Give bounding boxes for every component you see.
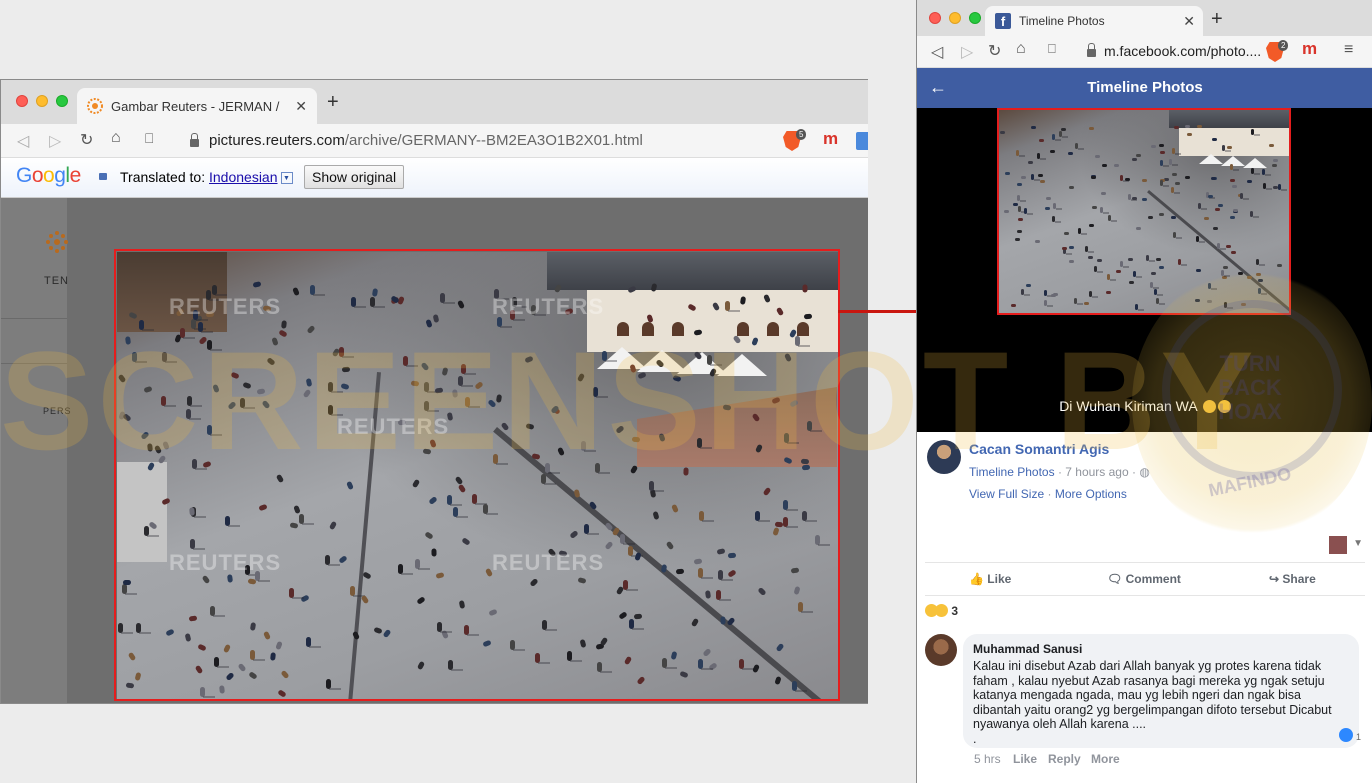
- seal-text: TURN BACK HOAX: [1200, 352, 1300, 424]
- maximize-window-button[interactable]: [969, 12, 981, 24]
- window-controls: [16, 95, 68, 107]
- translated-to-label: Translated to:: [120, 169, 206, 185]
- google-logo: Google: [16, 164, 81, 187]
- nav-toolbar: ◁ ▷ ↻ ⌂ ⎕ pictures.reuters.com/archive/G…: [1, 124, 868, 158]
- reactions-summary[interactable]: 3: [925, 604, 958, 618]
- url-host: pictures.reuters.com: [209, 132, 345, 149]
- address-bar[interactable]: pictures.reuters.com/archive/GERMANY--BM…: [209, 132, 643, 149]
- maximize-window-button[interactable]: [56, 95, 68, 107]
- brave-badge: 2: [1278, 40, 1289, 51]
- comment-like-badge-icon: [1339, 728, 1353, 742]
- comment-button[interactable]: 🗨 Comment: [1107, 572, 1181, 586]
- forward-icon[interactable]: ▷: [49, 131, 61, 151]
- reaction-count: 3: [951, 604, 959, 618]
- comment-text: Kalau ini disebut Azab dari Allah banyak…: [973, 659, 1332, 746]
- menu-icon[interactable]: ≡: [1344, 41, 1353, 59]
- home-icon[interactable]: ⌂: [1016, 40, 1026, 58]
- tab-title: Gambar Reuters - JERMAN /: [111, 98, 280, 114]
- tab-timeline-photos[interactable]: f Timeline Photos ✕: [985, 6, 1203, 36]
- like-button[interactable]: 👍 Like: [969, 572, 1011, 586]
- comment-like-link[interactable]: Like: [1013, 752, 1037, 766]
- screenshot-watermark: SCREENSHOT BY: [0, 322, 1258, 479]
- seal-line-3: HOAX: [1218, 399, 1282, 424]
- close-tab-icon[interactable]: ✕: [295, 98, 307, 115]
- sidebar-divider: [1, 318, 67, 319]
- comment-reply-link[interactable]: Reply: [1048, 752, 1081, 766]
- comment-like-count: 1: [1355, 732, 1361, 742]
- comment-label: Comment: [1125, 572, 1181, 586]
- meta-separator: ·: [1047, 487, 1052, 501]
- like-label: Like: [987, 572, 1012, 586]
- sidebar-logo-text: TEN: [44, 275, 69, 287]
- lock-icon: [190, 133, 199, 147]
- back-icon[interactable]: ◁: [931, 42, 943, 62]
- chevron-down-icon[interactable]: ▼: [1353, 538, 1363, 549]
- share-label: Share: [1282, 572, 1316, 586]
- address-bar[interactable]: m.facebook.com/photo....: [1104, 43, 1261, 59]
- more-options-link[interactable]: More Options: [1055, 487, 1127, 501]
- tab-bar: Gambar Reuters - JERMAN / ✕ +: [1, 80, 868, 124]
- facebook-header: ← Timeline Photos: [917, 68, 1372, 108]
- thumbs-up-icon: 👍: [969, 572, 984, 586]
- back-icon[interactable]: ◁: [17, 131, 29, 151]
- language-dropdown-icon[interactable]: ▼: [280, 172, 293, 185]
- translate-lock-icon: [99, 173, 107, 180]
- post-actions: 👍 Like 🗨 Comment ↪ Share: [925, 562, 1365, 596]
- tab-bar: f Timeline Photos ✕ +: [917, 0, 1372, 36]
- comment-bubble: Muhammad Sanusi Kalau ini disebut Azab d…: [963, 634, 1361, 748]
- home-icon[interactable]: ⌂: [111, 129, 121, 147]
- google-translate-bar: Google Translated to: Indonesian ▼ Show o…: [1, 158, 868, 198]
- facebook-favicon-icon: f: [995, 13, 1011, 29]
- m-extension-icon[interactable]: m: [1302, 39, 1317, 59]
- url-path: /archive/GERMANY--BM2EA3O1B2X01.html: [344, 132, 643, 149]
- close-tab-icon[interactable]: ✕: [1183, 13, 1195, 30]
- m-extension-icon[interactable]: m: [823, 129, 838, 149]
- new-tab-button[interactable]: +: [327, 91, 339, 114]
- close-window-button[interactable]: [16, 95, 28, 107]
- bookmark-icon[interactable]: ⎕: [1048, 41, 1056, 57]
- bookmark-icon[interactable]: ⎕: [145, 130, 153, 147]
- page-title: Timeline Photos: [1087, 79, 1203, 96]
- view-full-size-link[interactable]: View Full Size: [969, 487, 1044, 501]
- wow-reaction-icon: [935, 604, 948, 617]
- reload-icon[interactable]: ↻: [80, 130, 93, 150]
- forward-icon[interactable]: ▷: [961, 42, 973, 62]
- share-icon: ↪: [1269, 572, 1280, 586]
- comment-author[interactable]: Muhammad Sanusi: [973, 642, 1349, 656]
- brave-badge: 5: [796, 129, 807, 140]
- reuters-logo-icon: [46, 231, 68, 253]
- reuters-favicon-icon: [87, 98, 103, 114]
- language-link[interactable]: Indonesian: [209, 169, 278, 185]
- minimize-window-button[interactable]: [949, 12, 961, 24]
- reload-icon[interactable]: ↻: [988, 41, 1001, 61]
- seal-line-2: BACK: [1218, 375, 1282, 400]
- window-controls: [929, 12, 981, 24]
- commenter-avatar[interactable]: [925, 634, 957, 666]
- lock-icon: [1087, 43, 1096, 57]
- close-window-button[interactable]: [929, 12, 941, 24]
- minimize-window-button[interactable]: [36, 95, 48, 107]
- seal-line-1: TURN: [1219, 351, 1281, 376]
- share-button[interactable]: ↪ Share: [1269, 572, 1316, 586]
- comment-icon: 🗨: [1107, 572, 1123, 586]
- show-original-button[interactable]: Show original: [304, 165, 405, 189]
- tab-title: Timeline Photos: [1019, 14, 1105, 28]
- tab-reuters[interactable]: Gambar Reuters - JERMAN / ✕: [77, 88, 317, 124]
- nav-toolbar: ◁ ▷ ↻ ⌂ ⎕ m.facebook.com/photo.... 2 m ≡: [917, 36, 1372, 68]
- comment-time: 5 hrs: [974, 752, 1001, 766]
- comment-more-link[interactable]: More: [1091, 752, 1120, 766]
- google-translate-extension-icon[interactable]: [856, 132, 868, 150]
- new-tab-button[interactable]: +: [1211, 8, 1223, 31]
- page-thumbnail[interactable]: [1329, 536, 1347, 554]
